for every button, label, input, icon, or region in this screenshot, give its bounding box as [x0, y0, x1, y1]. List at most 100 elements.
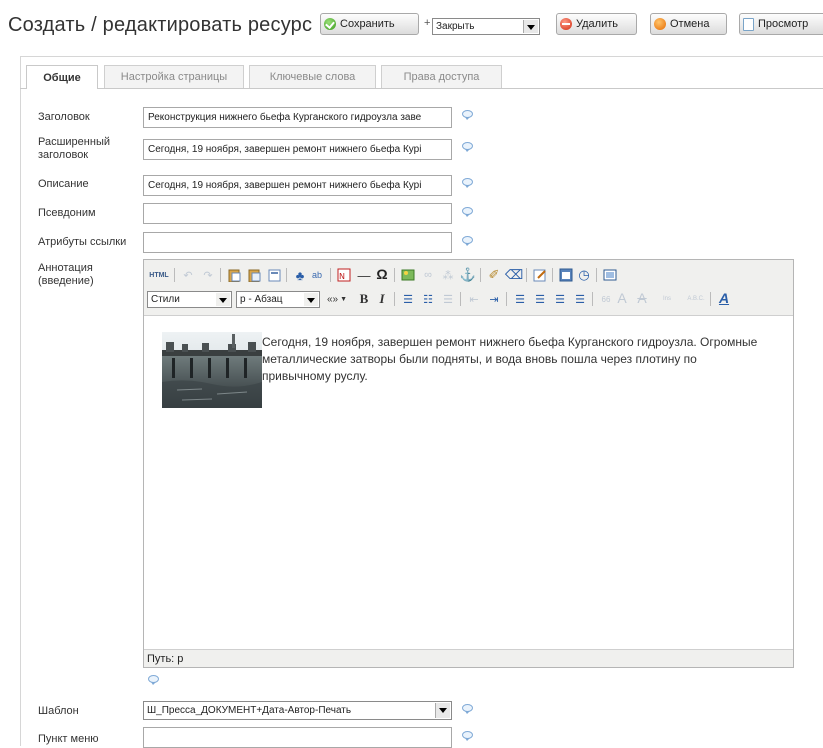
- cleanup-icon[interactable]: ✐: [486, 267, 502, 283]
- longtitle-label-line1: Расширенный: [38, 136, 110, 148]
- paste-text-icon[interactable]: [246, 267, 262, 283]
- menu-item-input[interactable]: [143, 727, 452, 748]
- page-icon: [743, 17, 754, 31]
- paste-icon[interactable]: [226, 267, 242, 283]
- cite-icon[interactable]: A: [614, 290, 630, 306]
- toolbar-separator: [592, 292, 593, 306]
- toolbar-separator: [526, 268, 527, 282]
- tab-page-settings-label: Настройка страницы: [120, 71, 228, 83]
- toolbar-separator: [174, 268, 175, 282]
- cancel-button[interactable]: Отмена: [650, 13, 727, 35]
- align-justify-icon[interactable]: ☰: [572, 291, 588, 307]
- insert-text-icon[interactable]: Ins: [652, 291, 682, 307]
- font-size-button[interactable]: «» ▼: [324, 291, 350, 307]
- delete-button[interactable]: Удалить: [556, 13, 637, 35]
- styles-select[interactable]: Стили: [147, 291, 232, 308]
- format-select-value: p - Абзац: [240, 294, 283, 305]
- introtext-label-line2: (введение): [38, 275, 94, 287]
- toolbar-separator: [552, 268, 553, 282]
- tab-keywords[interactable]: Ключевые слова: [249, 65, 376, 88]
- link-icon[interactable]: ∞: [420, 267, 436, 283]
- definition-list-icon[interactable]: ☰: [440, 291, 456, 307]
- paste-word-icon[interactable]: [266, 267, 282, 283]
- title-label: Заголовок: [38, 111, 90, 123]
- toolbar-separator: [480, 268, 481, 282]
- tab-page-settings[interactable]: Настройка страницы: [104, 65, 244, 88]
- undo-icon[interactable]: ↶: [180, 267, 196, 283]
- redo-icon[interactable]: ↷: [200, 267, 216, 283]
- editor-statusbar: Путь: p: [144, 649, 793, 667]
- align-center-icon[interactable]: ☰: [532, 291, 548, 307]
- template-select[interactable]: Ш_Пресса_ДОКУМЕНТ+Дата-Автор-Печать: [143, 701, 452, 720]
- align-right-icon[interactable]: ☰: [552, 291, 568, 307]
- bullet-list-icon[interactable]: ☰: [400, 291, 416, 307]
- save-button[interactable]: Сохранить: [320, 13, 419, 35]
- alias-input[interactable]: [143, 203, 452, 224]
- preview-button[interactable]: Просмотр: [739, 13, 823, 35]
- help-bubble-icon[interactable]: [462, 142, 473, 152]
- bold-button[interactable]: B: [356, 291, 372, 307]
- outdent-icon[interactable]: ⇤: [466, 291, 482, 307]
- insert-time-icon[interactable]: ◷: [576, 267, 592, 283]
- richtext-editor[interactable]: [143, 259, 794, 668]
- toolbar-separator: [286, 268, 287, 282]
- attributes-icon[interactable]: A: [716, 290, 732, 306]
- numbered-list-icon[interactable]: ☷: [420, 291, 436, 307]
- special-char-icon[interactable]: Ω: [374, 266, 390, 282]
- strikethrough-icon[interactable]: A: [634, 290, 650, 306]
- after-save-select[interactable]: Закрыть: [432, 18, 540, 35]
- insert-date-icon[interactable]: [558, 267, 574, 283]
- toolbar-separator: [710, 292, 711, 306]
- svg-text:N: N: [339, 272, 345, 281]
- tab-general-label: Общие: [43, 71, 81, 84]
- link-attributes-input[interactable]: [143, 232, 452, 253]
- italic-button[interactable]: I: [374, 291, 390, 307]
- help-bubble-icon[interactable]: [148, 675, 159, 685]
- replace-icon[interactable]: ab: [309, 267, 325, 283]
- chevron-down-icon: [435, 703, 450, 718]
- toolbar-separator: [330, 268, 331, 282]
- introtext-label: Аннотация (введение): [38, 262, 94, 288]
- chevron-down-icon: [304, 293, 318, 306]
- horizontal-rule-icon[interactable]: —: [356, 267, 372, 283]
- image-icon[interactable]: [400, 267, 416, 283]
- longtitle-label: Расширенный заголовок: [38, 136, 110, 162]
- tab-access-label: Права доступа: [403, 71, 480, 83]
- introtext-label-line1: Аннотация: [38, 262, 93, 274]
- help-bubble-icon[interactable]: [462, 731, 473, 741]
- format-select[interactable]: p - Абзац: [236, 291, 320, 308]
- checkmark-icon: [324, 18, 336, 30]
- help-bubble-icon[interactable]: [462, 207, 473, 217]
- indent-icon[interactable]: ⇥: [486, 291, 502, 307]
- abbreviation-icon[interactable]: A.B.C.: [684, 291, 708, 307]
- anchor-icon[interactable]: ⚓: [460, 267, 476, 283]
- edit-attributes-icon[interactable]: [532, 267, 548, 283]
- chevron-down-icon: [523, 20, 538, 33]
- template-select-value: Ш_Пресса_ДОКУМЕНТ+Дата-Автор-Печать: [147, 705, 352, 716]
- tab-access[interactable]: Права доступа: [381, 65, 502, 88]
- insert-template-icon[interactable]: N: [336, 267, 352, 283]
- fullscreen-icon[interactable]: [602, 267, 618, 283]
- minus-circle-icon: [560, 18, 572, 30]
- eraser-icon[interactable]: ⌫: [505, 267, 523, 283]
- styles-select-value: Стили: [151, 294, 180, 305]
- help-bubble-icon[interactable]: [462, 110, 473, 120]
- chevron-down-icon: ▼: [340, 295, 348, 303]
- align-left-icon[interactable]: ☰: [512, 291, 528, 307]
- unlink-icon[interactable]: ⁂: [440, 267, 456, 283]
- find-icon[interactable]: ♣: [292, 267, 308, 283]
- title-input[interactable]: Реконструкция нижнего бьефа Курганского …: [143, 107, 452, 128]
- help-bubble-icon[interactable]: [462, 236, 473, 246]
- dam-photo: [162, 332, 262, 408]
- help-bubble-icon[interactable]: [462, 704, 473, 714]
- page-title: Создать / редактировать ресурс: [8, 14, 313, 36]
- longtitle-input[interactable]: Сегодня, 19 ноября, завершен ремонт нижн…: [143, 139, 452, 160]
- editor-content-text[interactable]: Сегодня, 19 ноября, завершен ремонт нижн…: [262, 334, 762, 385]
- font-size-label: «»: [326, 293, 339, 305]
- blockquote-icon[interactable]: 66: [598, 291, 614, 307]
- html-source-icon[interactable]: HTML: [148, 267, 170, 283]
- cancel-button-label: Отмена: [670, 18, 710, 30]
- help-bubble-icon[interactable]: [462, 178, 473, 188]
- description-input[interactable]: Сегодня, 19 ноября, завершен ремонт нижн…: [143, 175, 452, 196]
- tab-general[interactable]: Общие: [26, 65, 98, 89]
